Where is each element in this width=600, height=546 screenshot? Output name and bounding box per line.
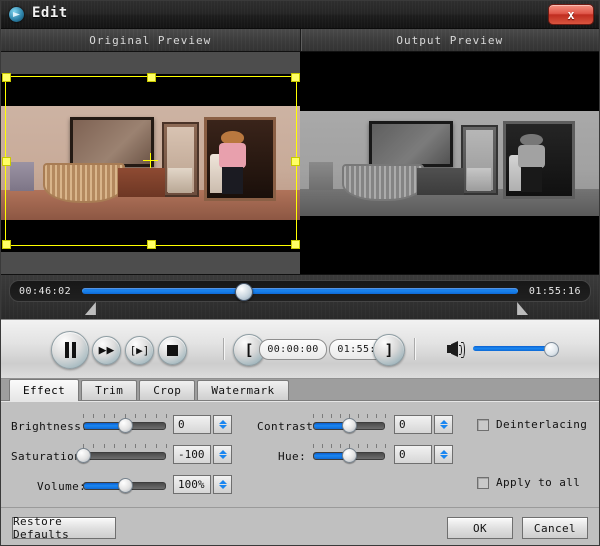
contrast-value[interactable]: 0 [394,415,432,434]
original-video-frame [1,74,300,252]
disc-play-icon [9,7,24,22]
scene-dresser [118,168,166,198]
scene-person [219,131,246,193]
contrast-stepper-arrows[interactable] [434,415,453,434]
volume-slider-handle[interactable] [544,342,559,357]
cancel-button[interactable]: Cancel [522,517,588,539]
effect-volume-label: Volume: [37,480,86,493]
output-video-frame [300,81,599,246]
hue-value[interactable]: 0 [394,445,432,464]
apply-to-all-checkbox-row[interactable]: Apply to all [477,476,580,489]
deinterlacing-checkbox[interactable] [477,419,489,431]
close-button[interactable]: x [548,4,594,25]
titlebar-texture [1,1,599,28]
original-preview-pane[interactable] [1,52,300,274]
seek-bar[interactable]: 00:46:02 01:55:16 [9,280,591,302]
fast-forward-icon: ▶▶ [99,344,115,357]
hue-stepper-arrows[interactable] [434,445,453,464]
next-frame-icon: [▶] [130,345,150,356]
effect-volume-value[interactable]: 100% [173,475,211,494]
hue-slider[interactable] [313,450,385,459]
next-frame-button[interactable]: [▶] [125,336,154,365]
tab-watermark[interactable]: Watermark [197,380,288,400]
hue-slider-handle[interactable] [342,448,357,463]
apply-to-all-label: Apply to all [496,476,580,489]
transport-divider-right [414,338,415,360]
seek-handle[interactable] [235,283,253,301]
saturation-stepper-arrows[interactable] [213,445,232,464]
stop-icon [167,345,178,356]
scene-basket [43,163,125,203]
hue-stepper[interactable]: 0 [394,445,453,464]
mark-out-icon: ] [384,341,393,359]
effect-volume-slider[interactable] [83,480,166,489]
brightness-slider[interactable] [83,420,166,429]
brightness-stepper[interactable]: 0 [173,415,232,434]
editor-panel: Effect Trim Crop Watermark Brightness: 0… [1,378,599,507]
video-scene-original [1,106,300,220]
saturation-value[interactable]: -100 [173,445,211,464]
contrast-slider[interactable] [313,420,385,429]
volume-slider[interactable] [473,346,551,351]
tab-bar: Effect Trim Crop Watermark [1,379,599,401]
scene-chair [168,168,192,193]
effect-volume-stepper-arrows[interactable] [213,475,232,494]
apply-to-all-checkbox[interactable] [477,477,489,489]
output-preview-label: Output Preview [301,29,600,51]
brightness-label: Brightness: [11,420,88,433]
current-time-label: 00:46:02 [10,286,80,297]
brightness-slider-handle[interactable] [118,418,133,433]
preview-area [1,52,599,274]
original-preview-label: Original Preview [1,29,301,51]
contrast-slider-handle[interactable] [342,418,357,433]
ok-button[interactable]: OK [447,517,513,539]
tab-trim[interactable]: Trim [81,380,137,400]
brightness-stepper-arrows[interactable] [213,415,232,434]
stop-button[interactable] [158,336,187,365]
tab-crop[interactable]: Crop [139,380,195,400]
trim-end-marker[interactable] [517,302,528,315]
fast-forward-button[interactable]: ▶▶ [92,336,121,365]
effect-volume-slider-handle[interactable] [118,478,133,493]
edit-window: Edit x Original Preview Output Preview [0,0,600,546]
start-time-field[interactable]: 00:00:00 [259,339,327,360]
scene-picture-frame [70,117,154,166]
trim-start-marker[interactable] [85,302,96,315]
pause-icon [65,342,76,358]
effect-volume-stepper[interactable]: 100% [173,475,232,494]
saturation-slider[interactable] [83,450,166,459]
transport-divider-left [223,338,224,360]
effect-tab-panel: Brightness: 0 Saturation: -100 [1,401,599,507]
title-bar: Edit x [1,1,599,29]
hue-label: Hue: [278,450,306,463]
footer-bar: Restore Defaults OK Cancel [1,507,599,546]
seek-bar-area: 00:46:02 01:55:16 [1,274,599,319]
video-scene-output [300,111,599,217]
close-icon: x [567,8,574,22]
saturation-ticks [83,444,166,449]
total-time-label: 01:55:16 [520,286,590,297]
mark-out-button[interactable]: ] [373,334,405,366]
deinterlacing-label: Deinterlacing [496,418,587,431]
speaker-icon [447,341,464,357]
contrast-label: Contrast: [257,420,320,433]
brightness-value[interactable]: 0 [173,415,211,434]
pause-button[interactable] [51,331,89,369]
saturation-slider-handle[interactable] [76,448,91,463]
scene-towel [10,162,34,192]
preview-header: Original Preview Output Preview [1,29,599,52]
tab-effect[interactable]: Effect [9,379,79,401]
restore-defaults-button[interactable]: Restore Defaults [12,517,116,539]
saturation-stepper[interactable]: -100 [173,445,232,464]
window-title: Edit [32,5,68,21]
seek-track[interactable] [82,288,518,294]
output-preview-pane[interactable] [300,52,599,274]
transport-bar: ▶▶ [▶] [ 00:00:00 01:55:16 ] [1,319,599,378]
contrast-stepper[interactable]: 0 [394,415,453,434]
deinterlacing-checkbox-row[interactable]: Deinterlacing [477,418,587,431]
mark-in-icon: [ [244,341,253,359]
